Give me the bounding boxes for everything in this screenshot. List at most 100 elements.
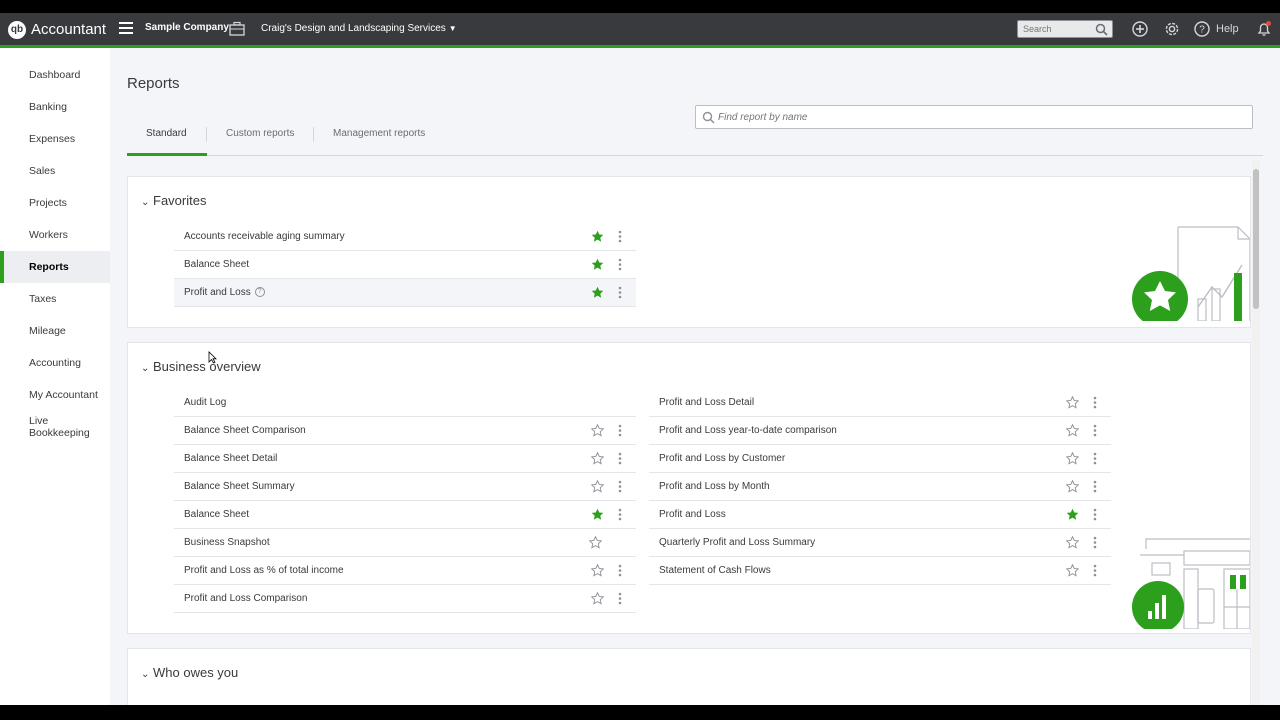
nav-banking[interactable]: Banking xyxy=(0,91,110,123)
star-filled-icon[interactable] xyxy=(591,258,604,271)
kebab-menu-icon[interactable] xyxy=(1093,508,1097,521)
star-outline-icon[interactable] xyxy=(1066,564,1079,577)
report-row[interactable]: Balance Sheet Detail xyxy=(174,445,636,473)
global-search-input[interactable] xyxy=(1018,21,1092,37)
nav-sales[interactable]: Sales xyxy=(0,155,110,187)
report-name[interactable]: Quarterly Profit and Loss Summary xyxy=(659,537,815,548)
report-name[interactable]: Balance Sheet xyxy=(184,259,249,270)
report-name[interactable]: Profit and Loss Comparison xyxy=(184,593,307,604)
kebab-menu-icon[interactable] xyxy=(1093,424,1097,437)
report-name[interactable]: Balance Sheet Detail xyxy=(184,453,277,464)
nav-taxes[interactable]: Taxes xyxy=(0,283,110,315)
report-row[interactable]: Balance Sheet xyxy=(174,501,636,529)
scrollbar-thumb[interactable] xyxy=(1253,169,1259,309)
tab-management-reports[interactable]: Management reports xyxy=(333,128,425,139)
report-row[interactable]: Quarterly Profit and Loss Summary xyxy=(649,529,1111,557)
star-filled-icon[interactable] xyxy=(1066,508,1079,521)
report-name[interactable]: Audit Log xyxy=(184,397,226,408)
report-row[interactable]: Statement of Cash Flows xyxy=(649,557,1111,585)
kebab-menu-icon[interactable] xyxy=(1093,480,1097,493)
nav-dashboard[interactable]: Dashboard xyxy=(0,59,110,91)
star-outline-icon[interactable] xyxy=(591,480,604,493)
report-row[interactable]: Profit and Loss by Month xyxy=(649,473,1111,501)
report-row[interactable]: Profit and Loss by Customer xyxy=(649,445,1111,473)
help-icon[interactable]: ? xyxy=(1194,21,1210,37)
nav-reports[interactable]: Reports xyxy=(0,251,110,283)
star-outline-icon[interactable] xyxy=(1066,480,1079,493)
report-row[interactable]: Balance Sheet Summary xyxy=(174,473,636,501)
report-name[interactable]: Profit and Loss year-to-date comparison xyxy=(659,425,837,436)
nav-accounting[interactable]: Accounting xyxy=(0,347,110,379)
kebab-menu-icon[interactable] xyxy=(618,286,622,299)
help-icon[interactable]: ? xyxy=(254,287,265,298)
kebab-menu-icon[interactable] xyxy=(618,564,622,577)
report-name[interactable]: Profit and Loss by Month xyxy=(659,481,770,492)
report-row[interactable]: Balance Sheet xyxy=(174,251,636,279)
report-name[interactable]: Balance Sheet Comparison xyxy=(184,425,306,436)
report-row[interactable]: Profit and Loss as % of total income xyxy=(174,557,636,585)
nav-workers[interactable]: Workers xyxy=(0,219,110,251)
report-row[interactable]: Balance Sheet Comparison xyxy=(174,417,636,445)
report-row[interactable]: Business Snapshot xyxy=(174,529,636,557)
kebab-menu-icon[interactable] xyxy=(618,258,622,271)
kebab-menu-icon[interactable] xyxy=(1093,452,1097,465)
report-row[interactable]: Profit and Loss? xyxy=(174,279,636,307)
qb-logo-icon[interactable]: qb xyxy=(8,21,26,39)
nav-expenses[interactable]: Expenses xyxy=(0,123,110,155)
search-icon[interactable] xyxy=(1095,23,1108,36)
nav-live-bookkeeping[interactable]: Live Bookkeeping xyxy=(0,412,110,444)
global-search[interactable] xyxy=(1017,20,1113,38)
kebab-menu-icon[interactable] xyxy=(618,508,622,521)
nav-my-accountant[interactable]: My Accountant xyxy=(0,379,110,411)
report-row[interactable]: Profit and Loss Comparison xyxy=(174,585,636,613)
report-name[interactable]: Statement of Cash Flows xyxy=(659,565,771,576)
report-row[interactable]: Profit and Loss year-to-date comparison xyxy=(649,417,1111,445)
star-filled-icon[interactable] xyxy=(591,286,604,299)
kebab-menu-icon[interactable] xyxy=(1093,536,1097,549)
report-name[interactable]: Profit and Loss xyxy=(659,509,726,520)
kebab-menu-icon[interactable] xyxy=(618,452,622,465)
star-outline-icon[interactable] xyxy=(1066,452,1079,465)
favorites-header[interactable]: ⌄ Favorites xyxy=(141,193,206,208)
report-name[interactable]: Profit and Loss as % of total income xyxy=(184,565,344,576)
star-outline-icon[interactable] xyxy=(1066,424,1079,437)
client-briefcase-icon[interactable] xyxy=(229,21,245,36)
kebab-menu-icon[interactable] xyxy=(618,480,622,493)
client-selector[interactable]: Craig's Design and Landscaping Services ▼ xyxy=(261,23,457,34)
nav-mileage[interactable]: Mileage xyxy=(0,315,110,347)
report-name[interactable]: Accounts receivable aging summary xyxy=(184,231,345,242)
report-row[interactable]: Audit Log xyxy=(174,389,636,417)
report-name[interactable]: Profit and Loss xyxy=(184,287,251,298)
star-filled-icon[interactable] xyxy=(591,230,604,243)
report-row[interactable]: Profit and Loss xyxy=(649,501,1111,529)
gear-icon[interactable] xyxy=(1164,21,1180,37)
kebab-menu-icon[interactable] xyxy=(1093,396,1097,409)
create-plus-icon[interactable] xyxy=(1132,21,1148,37)
star-outline-icon[interactable] xyxy=(589,536,602,549)
star-outline-icon[interactable] xyxy=(591,592,604,605)
report-name[interactable]: Balance Sheet xyxy=(184,509,249,520)
page-scrollbar[interactable] xyxy=(1252,161,1260,705)
tab-standard[interactable]: Standard xyxy=(146,128,187,139)
report-name[interactable]: Business Snapshot xyxy=(184,537,270,548)
find-report-input[interactable] xyxy=(718,106,1238,128)
report-name[interactable]: Profit and Loss by Customer xyxy=(659,453,785,464)
find-report-field[interactable] xyxy=(695,105,1253,129)
help-label[interactable]: Help xyxy=(1216,23,1239,35)
kebab-menu-icon[interactable] xyxy=(1093,564,1097,577)
tab-custom-reports[interactable]: Custom reports xyxy=(226,128,294,139)
star-outline-icon[interactable] xyxy=(591,564,604,577)
kebab-menu-icon[interactable] xyxy=(618,592,622,605)
kebab-menu-icon[interactable] xyxy=(618,424,622,437)
who-owes-you-header[interactable]: ⌄ Who owes you xyxy=(141,665,238,680)
star-outline-icon[interactable] xyxy=(1066,396,1079,409)
star-outline-icon[interactable] xyxy=(1066,536,1079,549)
business-overview-header[interactable]: ⌄ Business overview xyxy=(141,359,261,374)
report-name[interactable]: Profit and Loss Detail xyxy=(659,397,754,408)
star-filled-icon[interactable] xyxy=(591,508,604,521)
nav-projects[interactable]: Projects xyxy=(0,187,110,219)
report-row[interactable]: Accounts receivable aging summary xyxy=(174,223,636,251)
report-name[interactable]: Balance Sheet Summary xyxy=(184,481,295,492)
star-outline-icon[interactable] xyxy=(591,452,604,465)
star-outline-icon[interactable] xyxy=(591,424,604,437)
